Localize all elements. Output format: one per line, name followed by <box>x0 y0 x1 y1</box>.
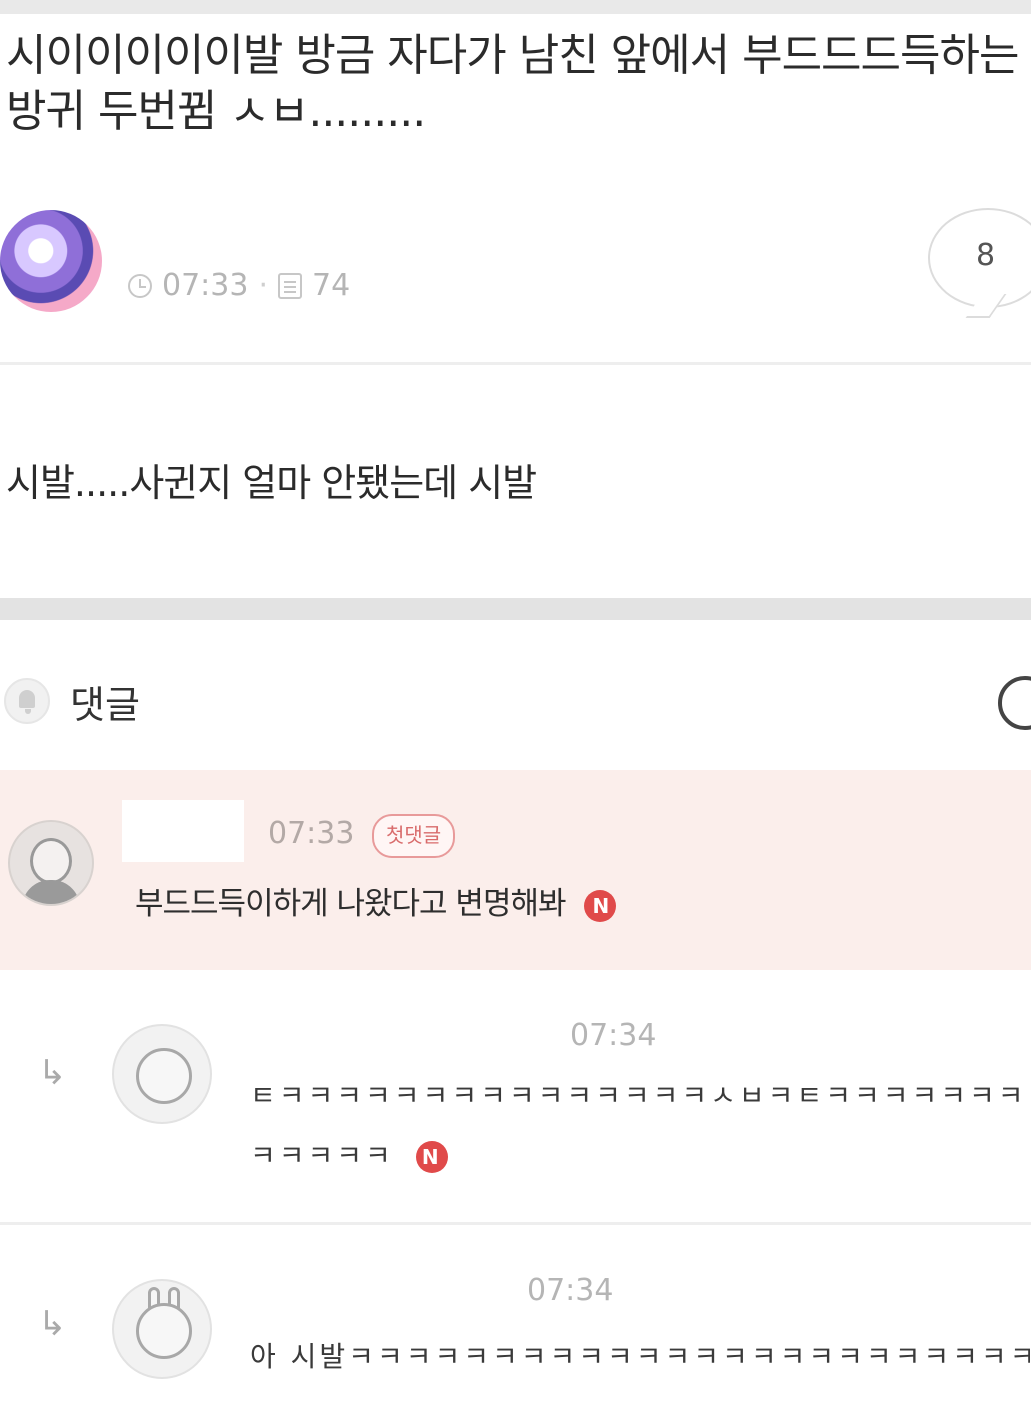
replier-avatar[interactable] <box>112 1279 212 1379</box>
section-divider <box>0 598 1031 620</box>
avatar-face-icon <box>136 1048 192 1104</box>
reply-time: 07:34 <box>527 1273 614 1308</box>
reply-text: ㅌㅋㅋㅋㅋㅋㅋㅋㅋㅋㅋㅋㅋㅋㅋㅋㅅㅂㅋㅌㅋㅋㅋㅋㅋㅋㅋㅋㅋㅋㅋㅋ <box>250 1079 1027 1172</box>
reply-arrow-icon: ↳ <box>38 1304 67 1344</box>
post-time: 07:33 <box>162 268 249 303</box>
reply-item: ↳ 07:34 ㅌㅋㅋㅋㅋㅋㅋㅋㅋㅋㅋㅋㅋㅋㅋㅋㅅㅂㅋㅌㅋㅋㅋㅋㅋㅋㅋㅋㅋㅋㅋㅋ… <box>0 1010 1031 1220</box>
post-views: 74 <box>312 268 351 303</box>
meta-separator: · <box>258 268 269 303</box>
new-badge: N <box>584 889 617 922</box>
refresh-icon[interactable] <box>998 676 1031 730</box>
comment-time: 07:33 <box>268 816 355 851</box>
author-avatar[interactable] <box>0 210 102 312</box>
post-meta: 07:33 · 74 <box>128 268 350 303</box>
views-icon <box>278 272 303 299</box>
comment-count-button[interactable]: 8 <box>928 208 1031 308</box>
bell-icon[interactable] <box>4 678 50 724</box>
commenter-avatar[interactable] <box>8 820 94 906</box>
clock-icon <box>128 273 152 298</box>
comment-count: 8 <box>976 238 996 273</box>
reply-text: 아 시발ㅋㅋㅋㅋㅋㅋㅋㅋㅋㅋㅋㅋㅋㅋㅋㅋㅋㅋㅋㅋㅋㅋㅋㅋㅋ <box>250 1340 1030 1373</box>
comments-label: 댓글 <box>70 683 140 727</box>
top-band <box>0 0 1031 14</box>
replier-avatar[interactable] <box>112 1024 212 1124</box>
divider <box>0 362 1031 365</box>
reply-item: ↳ 07:34 아 시발ㅋㅋㅋㅋㅋㅋㅋㅋㅋㅋㅋㅋㅋㅋㅋㅋㅋㅋㅋㅋㅋㅋㅋㅋㅋ <box>0 1265 1031 1403</box>
avatar-face-icon <box>136 1303 192 1359</box>
reply-time: 07:34 <box>570 1018 657 1053</box>
avatar-body-icon <box>22 880 80 904</box>
comment-text-line: 부드드득이하게 나왔다고 변명해봐 N <box>135 878 617 923</box>
reply-arrow-icon: ↳ <box>38 1053 67 1093</box>
comment-text: 부드드득이하게 나왔다고 변명해봐 <box>135 886 567 922</box>
divider <box>0 1222 1031 1225</box>
post-body: 시발.....사귄지 얼마 안됐는데 시발 <box>6 461 537 505</box>
reply-text-block: ㅌㅋㅋㅋㅋㅋㅋㅋㅋㅋㅋㅋㅋㅋㅋㅋㅅㅂㅋㅌㅋㅋㅋㅋㅋㅋㅋㅋㅋㅋㅋㅋ N <box>250 1066 1030 1186</box>
first-comment-badge: 첫댓글 <box>372 814 456 858</box>
new-badge: N <box>415 1141 448 1173</box>
comment-item: 07:33 첫댓글 부드드득이하게 나왔다고 변명해봐 N <box>0 770 1031 970</box>
commenter-name-redacted <box>122 800 244 862</box>
avatar-face-icon <box>30 838 72 884</box>
post-title: 시이이이이이발 방금 자다가 남친 앞에서 부드드드득하는 방귀 두번뀜 ㅅㅂ.… <box>6 30 1031 137</box>
